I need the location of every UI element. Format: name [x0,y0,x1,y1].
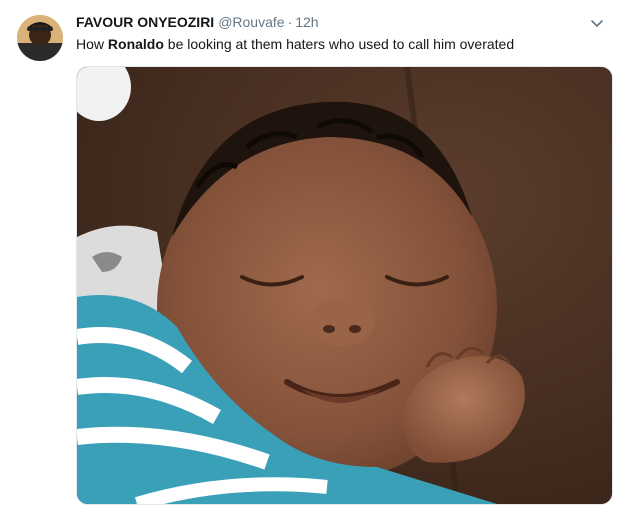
tweet-text-mention: Ronaldo [107,36,164,52]
tweet-timestamp[interactable]: 12h [295,14,318,30]
baby-photo [77,67,612,504]
author-avatar[interactable] [17,15,63,61]
tweet-header: FAVOUR ONYEOZIRI @Rouvafe · 12h [76,12,580,32]
chevron-down-icon[interactable] [588,14,606,32]
tweet-card[interactable]: FAVOUR ONYEOZIRI @Rouvafe · 12h How Ronaldo… [0,0,620,507]
author-handle[interactable]: @Rouvafe [218,14,284,30]
tweet-text-pre: How [76,36,108,52]
tweet-text-post: be looking at them haters who used to ca… [163,36,515,52]
separator-dot: · [287,14,293,30]
tweet-text: How Ronaldo be looking at them haters wh… [76,34,600,54]
avatar-image [17,15,63,61]
tweet-photo[interactable] [76,66,613,505]
author-name[interactable]: FAVOUR ONYEOZIRI [76,14,214,30]
